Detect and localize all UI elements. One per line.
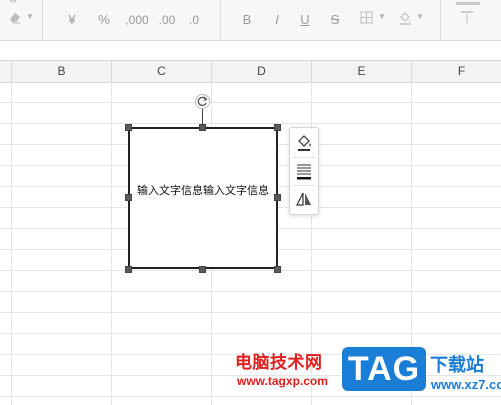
watermark-download-text: 下载站: [430, 355, 484, 376]
rotate-handle[interactable]: [195, 94, 210, 109]
decrease-decimal-button[interactable]: .00: [156, 10, 178, 30]
line-style-icon[interactable]: [293, 160, 315, 182]
grid-line: [111, 82, 112, 405]
resize-handle-top[interactable]: [199, 124, 206, 131]
eraser-icon[interactable]: [6, 10, 24, 30]
fill-icon[interactable]: [293, 131, 315, 153]
resize-handle-bottom[interactable]: [199, 266, 206, 273]
chevron-down-icon[interactable]: ▼: [378, 12, 386, 21]
grid-line: [0, 396, 501, 397]
watermark-tag-logo: TAG: [342, 347, 426, 391]
column-header-A[interactable]: [0, 61, 12, 82]
currency-button[interactable]: ¥: [64, 10, 80, 30]
rotate-icon: [197, 96, 208, 107]
chevron-down-icon[interactable]: ▼: [416, 12, 424, 21]
grid-line: [0, 123, 501, 124]
resize-handle-left[interactable]: [125, 194, 132, 201]
faded-top-label: ▔▔▔▔: [70, 0, 98, 6]
watermark-site: www.xz7.com: [431, 377, 501, 392]
align-top-icon[interactable]: [458, 10, 476, 30]
resize-handle-right[interactable]: [274, 194, 281, 201]
toolbar-divider: [440, 0, 441, 40]
grid-line: [0, 102, 501, 103]
ribbon-toolbar: ▪▪ ▔▔▔▔ ▼ ¥ % ,000 .00 .0 B I U S ▼ ▼: [0, 0, 501, 41]
toolbar-divider: [220, 0, 221, 40]
watermark-cn-text: 电脑技术网: [235, 353, 323, 373]
text-box-shape[interactable]: 输入文字信息输入文字信息: [128, 127, 278, 269]
resize-handle-top-left[interactable]: [125, 124, 132, 131]
increase-decimal-button[interactable]: .0: [186, 10, 202, 30]
column-header-B[interactable]: B: [12, 61, 112, 82]
percent-button[interactable]: %: [96, 10, 112, 30]
resize-handle-top-right[interactable]: [274, 124, 281, 131]
column-header-F[interactable]: F: [412, 61, 501, 82]
column-header-C[interactable]: C: [112, 61, 212, 82]
bold-button[interactable]: B: [240, 10, 254, 30]
thousand-separator-button[interactable]: ,000: [122, 10, 152, 30]
resize-handle-bottom-right[interactable]: [274, 266, 281, 273]
selected-indicator: [456, 2, 480, 5]
underline-button[interactable]: U: [298, 10, 312, 30]
fill-bucket-icon[interactable]: [396, 10, 414, 30]
watermark-url: www.tagxp.com: [237, 374, 328, 388]
divider: [293, 185, 315, 186]
shape-text[interactable]: 输入文字信息输入文字信息: [136, 185, 270, 197]
shape-quick-toolbar: [289, 127, 319, 215]
resize-handle-bottom-left[interactable]: [125, 266, 132, 273]
faded-top-icon: ▪▪: [10, 0, 17, 6]
strikethrough-button[interactable]: S: [328, 10, 342, 30]
flip-icon[interactable]: [293, 188, 315, 210]
column-header-row: B C D E F: [0, 60, 501, 83]
column-header-E[interactable]: E: [312, 61, 412, 82]
grid-line: [0, 312, 501, 313]
grid-line: [11, 82, 12, 405]
chevron-down-icon[interactable]: ▼: [26, 12, 34, 21]
toolbar-divider: [42, 0, 43, 40]
grid-line: [0, 270, 501, 271]
borders-icon[interactable]: [358, 10, 374, 30]
grid-line: [0, 333, 501, 334]
grid-line: [0, 291, 501, 292]
divider: [293, 157, 315, 158]
column-header-D[interactable]: D: [212, 61, 312, 82]
italic-button[interactable]: I: [270, 10, 284, 30]
